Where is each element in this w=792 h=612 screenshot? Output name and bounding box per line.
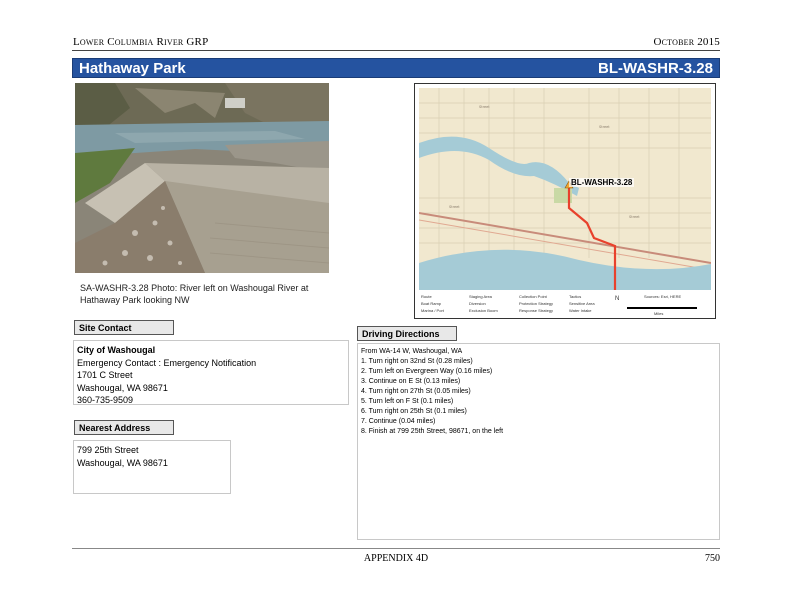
legend-collection: Collection Point [519, 294, 547, 299]
nearest-address-label: Nearest Address [74, 420, 174, 435]
site-contact-label: Site Contact [74, 320, 174, 335]
direction-line: From WA-14 W, Washougal, WA [361, 348, 463, 355]
address-line2: Washougal, WA 98671 [77, 457, 168, 468]
map-site-label: BL-WASHR-3.28 [569, 178, 635, 187]
header-rule [72, 50, 720, 51]
title-bar: Hathaway Park BL-WASHR-3.28 [72, 58, 720, 78]
legend-response: Response Strategy [519, 308, 554, 313]
contact-line1: Emergency Contact : Emergency Notificati… [77, 357, 257, 368]
photo-caption-line2: Hathaway Park looking NW [80, 295, 190, 305]
legend-exclusion: Exclusion Boom [469, 308, 498, 313]
legend-boat-ramp: Boat Ramp [421, 301, 442, 306]
north-arrow-icon: N [615, 296, 620, 302]
site-name: Hathaway Park [79, 60, 186, 77]
footer-rule [72, 548, 720, 549]
header-right: October 2015 [653, 36, 720, 48]
footer-appendix: APPENDIX 4D [363, 553, 429, 564]
direction-line: 5. Turn left on F St (0.1 miles) [361, 398, 454, 405]
site-photo [75, 83, 329, 273]
contact-org: City of Washougal [77, 345, 156, 355]
header-left: Lower Columbia River GRP [73, 36, 209, 48]
legend-protection: Protection Strategy [519, 301, 554, 306]
photo-caption-line1: SA-WASHR-3.28 Photo: River left on Washo… [80, 283, 309, 293]
scale-label: Miles [654, 311, 664, 316]
svg-text:Street: Street [449, 205, 460, 209]
legend-tactics: Tactics [569, 294, 582, 299]
svg-text:Street: Street [629, 215, 640, 219]
page-number: 750 [705, 553, 720, 564]
legend-sensitive: Sensitive Area [569, 301, 595, 306]
map-canvas: Street Street Street Street BL-WASHR-3.28 [419, 88, 711, 290]
site-code: BL-WASHR-3.28 [597, 60, 713, 77]
driving-directions-label: Driving Directions [357, 326, 457, 341]
driving-directions-box: From WA-14 W, Washougal, WA 1. Turn righ… [357, 343, 720, 540]
map-graphic: Street Street Street Street [419, 88, 711, 290]
address-line1: 799 25th Street [77, 445, 139, 455]
legend-diversion: Diversion [469, 301, 486, 306]
direction-line: 4. Turn right on 27th St (0.05 miles) [361, 388, 471, 395]
legend-route: Route [421, 294, 432, 299]
photo-caption: SA-WASHR-3.28 Photo: River left on Washo… [80, 282, 340, 306]
direction-line: 3. Continue on E St (0.13 miles) [361, 378, 461, 385]
contact-line4: 360-735-9509 [77, 395, 134, 405]
site-map: Street Street Street Street BL-WASHR-3.28 … [414, 83, 716, 319]
direction-line: 8. Finish at 799 25th Street, 98671, on … [361, 428, 504, 435]
legend-staging: Staging Area [469, 294, 492, 299]
map-sources: Sources: Esri, HERE [644, 294, 682, 299]
contact-line3: Washougal, WA 98671 [77, 382, 168, 393]
scale-bar [627, 307, 697, 309]
svg-text:Street: Street [599, 125, 610, 129]
legend-marina: Marina / Port [421, 308, 444, 313]
contact-line2: 1701 C Street [77, 370, 133, 380]
direction-line: 2. Turn left on Evergreen Way (0.16 mile… [361, 368, 493, 375]
nearest-address-box: 799 25th Street Washougal, WA 98671 [73, 440, 231, 494]
direction-line: 6. Turn right on 25th St (0.1 miles) [361, 408, 467, 415]
svg-text:Street: Street [479, 105, 490, 109]
legend-intake: Water Intake [569, 308, 592, 313]
direction-line: 1. Turn right on 32nd St (0.28 miles) [361, 358, 473, 365]
site-photo-image [75, 83, 329, 273]
site-contact-box: City of Washougal Emergency Contact : Em… [73, 340, 349, 405]
map-legend: Route Boat Ramp Marina / Port Staging Ar… [419, 292, 711, 316]
direction-line: 7. Continue (0.04 miles) [361, 418, 436, 425]
